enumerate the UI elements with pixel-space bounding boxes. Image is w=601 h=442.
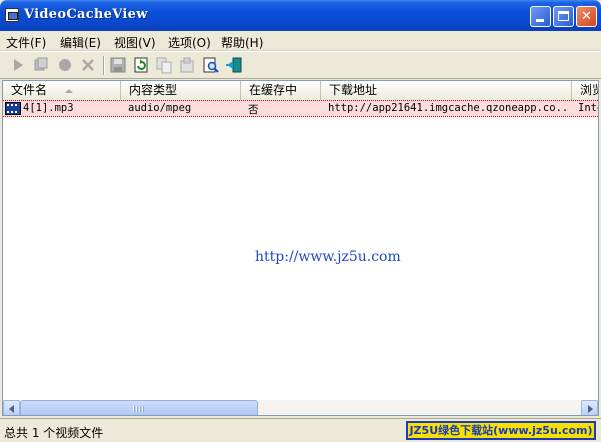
video-file-icon bbox=[5, 102, 21, 115]
column-header-download-url[interactable]: 下载地址 bbox=[321, 81, 572, 100]
window-title: VideoCacheView bbox=[24, 7, 148, 22]
sort-ascending-icon bbox=[65, 89, 73, 93]
find-icon[interactable] bbox=[202, 56, 220, 74]
scroll-left-button[interactable] bbox=[3, 400, 20, 415]
minimize-icon bbox=[536, 19, 544, 22]
play-icon[interactable] bbox=[9, 56, 27, 74]
menu-help[interactable]: 帮助(H) bbox=[221, 34, 263, 51]
menu-view[interactable]: 视图(V) bbox=[114, 34, 156, 51]
table-row[interactable]: 4[1].mp3 audio/mpeg 否 http://app21641.im… bbox=[3, 100, 598, 117]
status-bar: 总共 1 个视频文件 JZ5U绿色下载站(www.jz5u.com) bbox=[0, 418, 601, 442]
column-header-label: 在缓存中 bbox=[249, 83, 298, 97]
column-header-filename[interactable]: 文件名 bbox=[3, 81, 121, 100]
toolbar-separator bbox=[103, 56, 105, 75]
horizontal-scrollbar[interactable] bbox=[3, 399, 598, 415]
status-text: 总共 1 个视频文件 bbox=[4, 426, 104, 440]
column-header-browser[interactable]: 浏览 bbox=[572, 81, 598, 100]
grip-icon bbox=[133, 406, 145, 412]
menu-options[interactable]: 选项(O) bbox=[168, 34, 211, 51]
site-badge: JZ5U绿色下载站(www.jz5u.com) bbox=[406, 421, 596, 440]
refresh-icon[interactable] bbox=[132, 56, 150, 74]
maximize-icon bbox=[558, 11, 569, 21]
column-header-in-cache[interactable]: 在缓存中 bbox=[241, 81, 321, 100]
title-bar[interactable]: VideoCacheView ✕ bbox=[0, 0, 601, 31]
column-header-content-type[interactable]: 内容类型 bbox=[121, 81, 241, 100]
watermark-url: http://www.jz5u.com bbox=[255, 249, 401, 265]
cell-download-url: http://app21641.imgcache.qzoneapp.co... bbox=[328, 102, 568, 114]
menu-edit[interactable]: 编辑(E) bbox=[60, 34, 101, 51]
cell-browser: Inte bbox=[578, 102, 598, 114]
close-button[interactable]: ✕ bbox=[576, 6, 597, 27]
column-header-label: 下载地址 bbox=[329, 83, 378, 97]
minimize-button[interactable] bbox=[530, 6, 551, 27]
cell-filename: 4[1].mp3 bbox=[23, 102, 74, 114]
copy-icon[interactable] bbox=[155, 56, 173, 74]
menu-bar: 文件(F) 编辑(E) 视图(V) 选项(O) 帮助(H) bbox=[0, 31, 601, 51]
column-header-label: 文件名 bbox=[11, 83, 48, 97]
cache-file-list[interactable]: 文件名 内容类型 在缓存中 下载地址 浏览 4[1].mp3 audio/mpe… bbox=[2, 80, 599, 416]
list-header: 文件名 内容类型 在缓存中 下载地址 浏览 bbox=[3, 81, 598, 100]
arrow-left-icon bbox=[9, 405, 14, 413]
maximize-button[interactable] bbox=[553, 6, 574, 27]
save-icon[interactable] bbox=[109, 56, 127, 74]
exit-icon[interactable] bbox=[225, 56, 243, 74]
play-with-icon[interactable] bbox=[32, 56, 50, 74]
stop-icon[interactable] bbox=[56, 56, 74, 74]
cell-in-cache: 否 bbox=[248, 104, 259, 116]
cell-content-type: audio/mpeg bbox=[128, 102, 192, 114]
scroll-right-button[interactable] bbox=[581, 400, 598, 415]
delete-icon[interactable] bbox=[79, 56, 97, 74]
properties-icon[interactable] bbox=[178, 56, 196, 74]
close-icon: ✕ bbox=[581, 9, 592, 24]
toolbar bbox=[0, 51, 601, 79]
menu-file[interactable]: 文件(F) bbox=[6, 34, 46, 51]
column-header-label: 浏览 bbox=[580, 83, 598, 97]
column-header-label: 内容类型 bbox=[129, 83, 178, 97]
arrow-right-icon bbox=[588, 405, 593, 413]
scrollbar-thumb[interactable] bbox=[20, 400, 258, 415]
app-icon bbox=[5, 8, 19, 22]
